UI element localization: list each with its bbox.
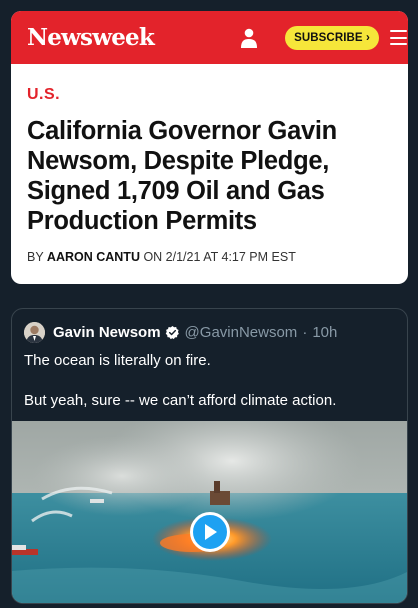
newsweek-logo[interactable]: Newsweek xyxy=(27,24,155,51)
byline-date: ON 2/1/21 AT 4:17 PM EST xyxy=(139,250,296,264)
newsweek-header: Newsweek SUBSCRIBE › xyxy=(11,11,408,64)
subscribe-button[interactable]: SUBSCRIBE › xyxy=(285,26,379,50)
tweet-text: The ocean is literally on fire. But yeah… xyxy=(24,351,336,431)
play-button[interactable] xyxy=(190,512,230,552)
tweet-text-line: But yeah, sure -- we can’t afford climat… xyxy=(24,392,337,409)
byline-prefix: BY xyxy=(27,250,47,264)
avatar[interactable] xyxy=(24,321,45,343)
author-name[interactable]: AARON CANTU xyxy=(47,250,140,264)
article-byline: BY AARON CANTU ON 2/1/21 AT 4:17 PM EST xyxy=(27,250,392,264)
tweet-text-line: The ocean is literally on fire. xyxy=(24,352,211,369)
menu-icon[interactable] xyxy=(390,30,407,45)
tweet-handle[interactable]: @GavinNewsom xyxy=(185,324,298,341)
verified-badge-icon xyxy=(165,325,179,339)
article-headline[interactable]: California Governor Gavin Newsom, Despit… xyxy=(27,116,392,236)
tweet-timestamp[interactable]: 10h xyxy=(312,324,337,341)
tweet-author-name[interactable]: Gavin Newsom xyxy=(53,324,161,341)
newsweek-article-card[interactable]: Newsweek SUBSCRIBE › U.S. California Gov… xyxy=(11,11,408,284)
tweet-video[interactable] xyxy=(12,421,407,603)
dot-separator: · xyxy=(302,323,308,341)
section-label[interactable]: U.S. xyxy=(27,86,392,104)
article-body: U.S. California Governor Gavin Newsom, D… xyxy=(11,64,408,264)
embedded-tweet[interactable]: Gavin Newsom @GavinNewsom · 10h The ocea… xyxy=(11,308,408,604)
play-icon xyxy=(205,524,217,540)
tweet-header: Gavin Newsom @GavinNewsom · 10h xyxy=(24,321,337,343)
user-icon[interactable] xyxy=(240,28,258,48)
